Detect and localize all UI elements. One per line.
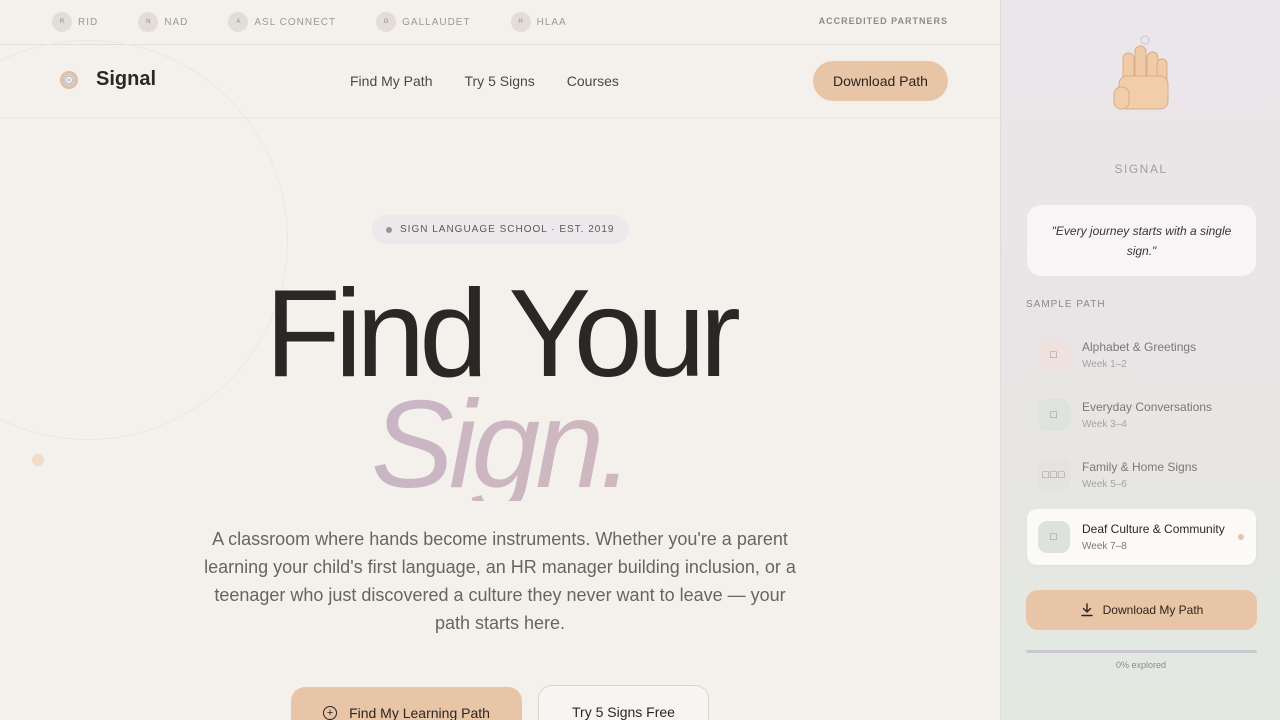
side-panel: SIGNAL "Every journey starts with a sing… <box>1000 0 1280 720</box>
active-indicator-dot <box>1238 534 1244 540</box>
partner-hlaa: H HLAA <box>510 12 567 32</box>
partners-bar: R RID N NAD A ASL CONNECT G GALLAUDET H … <box>0 0 1000 45</box>
partner-name: NAD <box>164 16 189 28</box>
plus-circle-icon: + <box>323 706 338 720</box>
path-item-title: Family & Home Signs <box>1082 460 1198 474</box>
path-step-icon: □□□ <box>1038 459 1070 491</box>
path-item-week: Week 5–6 <box>1082 479 1127 490</box>
accredited-partners-label: ACCREDITED PARTNERS <box>818 16 948 26</box>
path-item-week: Week 1–2 <box>1082 359 1127 370</box>
hero-description: A classroom where hands become instrumen… <box>204 529 796 633</box>
path-step-icon: □ <box>1038 399 1070 431</box>
progress-bar <box>1026 650 1257 653</box>
partner-badge: A <box>228 12 249 32</box>
partner-asl-connect: A ASL CONNECT <box>228 12 336 32</box>
partner-badge: N <box>138 12 159 32</box>
main-area: R RID N NAD A ASL CONNECT G GALLAUDET H … <box>0 0 1000 720</box>
nav-link-find-my-path[interactable]: Find My Path <box>350 73 432 89</box>
quote-card: "Every journey starts with a single sign… <box>1027 205 1256 276</box>
nav-links: Find My Path Try 5 Signs Courses <box>350 73 651 89</box>
hand-icon <box>1113 35 1169 110</box>
path-item-alphabet-greetings[interactable]: □ Alphabet & Greetings Week 1–2 <box>1027 327 1256 383</box>
partner-badge: H <box>510 12 531 32</box>
path-item-title: Deaf Culture & Community <box>1082 522 1225 536</box>
quote-text: "Every journey starts with a single sign… <box>1051 223 1232 258</box>
partner-badge: G <box>376 12 397 32</box>
school-pill-text: SIGN LANGUAGE SCHOOL · EST. 2019 <box>400 224 615 235</box>
partner-rid: R RID <box>52 12 98 32</box>
partner-nad: N NAD <box>138 12 188 32</box>
download-my-path-label: Download My Path <box>1102 603 1204 617</box>
partner-badge: R <box>52 12 72 32</box>
try-5-signs-button[interactable]: Try 5 Signs Free <box>538 685 709 720</box>
partner-name: RID <box>78 16 99 28</box>
school-pill: SIGN LANGUAGE SCHOOL · EST. 2019 <box>372 215 629 244</box>
find-learning-path-button[interactable]: + Find My Learning Path <box>291 687 522 720</box>
path-item-family-home-signs[interactable]: □□□ Family & Home Signs Week 5–6 <box>1027 447 1256 503</box>
partner-gallaudet: G GALLAUDET <box>376 12 470 32</box>
path-item-week: Week 3–4 <box>1082 419 1127 430</box>
path-item-title: Alphabet & Greetings <box>1082 340 1197 354</box>
download-icon <box>1080 603 1093 617</box>
panel-brand: SIGNAL <box>1114 162 1168 176</box>
partner-name: HLAA <box>536 16 567 28</box>
pill-dot-icon <box>386 226 392 233</box>
sample-path-label: SAMPLE PATH <box>1026 299 1106 310</box>
download-my-path-button[interactable]: Download My Path <box>1026 590 1257 630</box>
path-item-everyday-conversations[interactable]: □ Everyday Conversations Week 3–4 <box>1027 387 1256 443</box>
hero-title: Find Your <box>265 265 741 403</box>
partner-name: ASL CONNECT <box>254 16 337 28</box>
hero-title-accent: Sign. <box>0 383 1000 501</box>
nav-link-try-5-signs[interactable]: Try 5 Signs <box>464 73 534 89</box>
nav-link-courses[interactable]: Courses <box>567 73 619 89</box>
partner-name: GALLAUDET <box>402 16 471 28</box>
download-path-button[interactable]: Download Path <box>813 61 948 101</box>
path-step-icon: □ <box>1038 521 1070 553</box>
progress-label: 0% explored <box>1115 660 1167 670</box>
path-item-deaf-culture-community[interactable]: □ Deaf Culture & Community Week 7–8 <box>1027 509 1256 565</box>
path-item-title: Everyday Conversations <box>1082 400 1213 414</box>
path-item-week: Week 7–8 <box>1082 541 1127 552</box>
path-step-icon: □ <box>1038 339 1070 371</box>
find-learning-path-label: Find My Learning Path <box>349 705 490 720</box>
